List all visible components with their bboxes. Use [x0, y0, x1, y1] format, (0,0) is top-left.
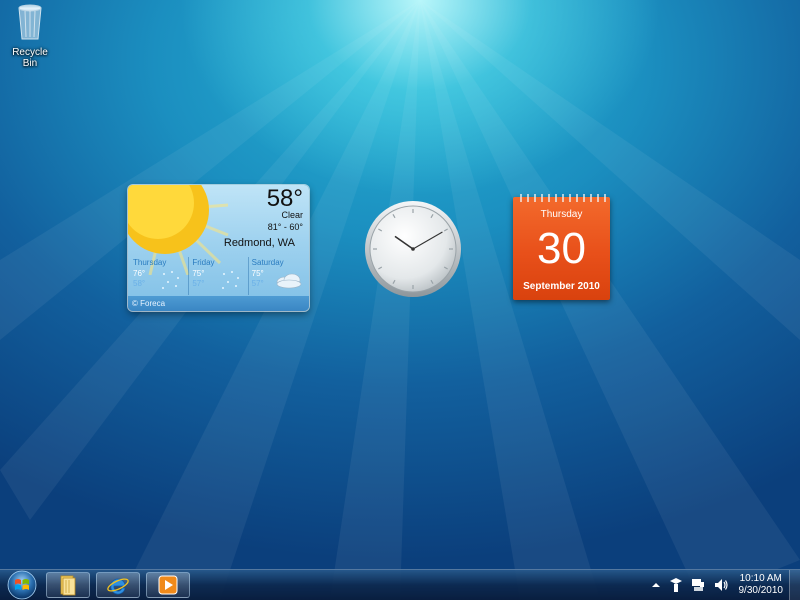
- folder-icon: [60, 575, 76, 596]
- taskbar: 10:10 AM 9/30/2010: [0, 569, 800, 600]
- calendar-day-number: 30: [537, 224, 586, 273]
- network-icon[interactable]: [691, 577, 705, 593]
- current-temperature: 58°: [266, 185, 303, 212]
- taskbar-button-internet-explorer[interactable]: [96, 572, 140, 598]
- internet-explorer-icon: [107, 578, 129, 595]
- taskbar-time: 10:10 AM: [739, 573, 782, 584]
- forecast-day: Friday 75° 57°: [189, 257, 249, 295]
- calendar-weekday: Thursday: [540, 209, 583, 220]
- clock-gadget[interactable]: [363, 199, 463, 299]
- desktop-icon-recycle-bin[interactable]: Recycle Bin: [4, 2, 56, 69]
- windows-start-icon[interactable]: [2, 570, 42, 600]
- calendar-month-year: September 2010: [523, 281, 600, 292]
- system-tray: 10:10 AM 9/30/2010: [647, 570, 800, 600]
- show-desktop-button[interactable]: [789, 570, 800, 600]
- clear-night-icon: [221, 271, 239, 289]
- partly-cloudy-icon: [276, 273, 302, 289]
- weather-location: Redmond, WA: [223, 237, 295, 249]
- recycle-bin-icon: [18, 4, 42, 40]
- calendar-binding-rings: [520, 194, 606, 202]
- weather-gadget[interactable]: 58° Clear 81° - 60° Redmond, WA Thursday…: [128, 185, 309, 311]
- forecast-day-name: Friday: [192, 258, 215, 267]
- clock-center: [411, 247, 415, 251]
- volume-icon[interactable]: [713, 577, 729, 593]
- action-center-icon[interactable]: [669, 577, 683, 593]
- forecast-row: Thursday 76° 58° Friday 75° 57° Saturday…: [130, 257, 307, 295]
- forecast-day: Saturday 75° 57°: [249, 257, 307, 295]
- taskbar-button-windows-media-player[interactable]: [146, 572, 190, 598]
- forecast-day-name: Thursday: [133, 258, 167, 267]
- forecast-day-name: Saturday: [251, 258, 284, 267]
- media-player-icon: [158, 575, 178, 595]
- desktop-icon-label: Recycle Bin: [12, 47, 48, 69]
- forecast-day: Thursday 76° 58°: [130, 257, 190, 295]
- show-hidden-icons-icon[interactable]: [651, 579, 661, 591]
- clear-night-icon: [162, 271, 180, 289]
- wallpaper-rays: [0, 0, 800, 600]
- calendar-gadget[interactable]: Thursday 30 September 2010: [513, 194, 610, 300]
- taskbar-button-windows-explorer[interactable]: [46, 572, 90, 598]
- weather-credit-link[interactable]: © Foreca: [128, 296, 309, 311]
- current-condition: Clear: [281, 210, 303, 220]
- temperature-range: 81° - 60°: [267, 222, 303, 232]
- taskbar-clock[interactable]: 10:10 AM 9/30/2010: [739, 573, 784, 597]
- taskbar-date: 9/30/2010: [738, 585, 784, 596]
